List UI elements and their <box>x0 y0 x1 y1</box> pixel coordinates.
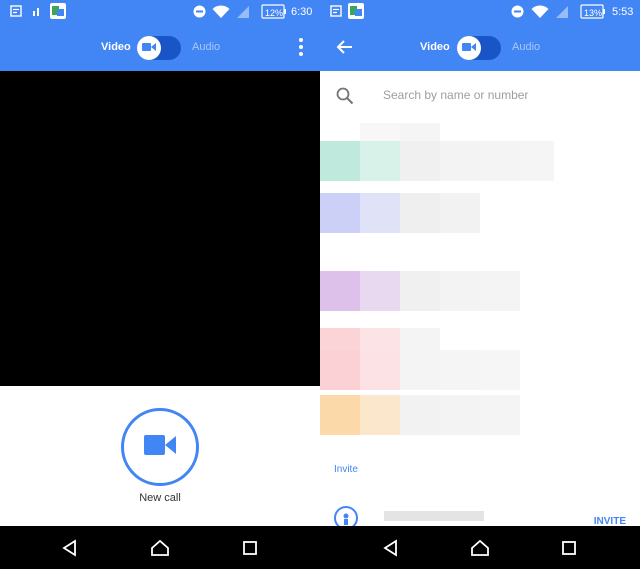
wifi-icon <box>212 5 230 19</box>
cell-signal-icon <box>236 5 250 19</box>
status-bar: 12% 6:30 <box>0 0 320 24</box>
new-call-label: New call <box>139 492 181 504</box>
left-screen: 12% 6:30 Video Audio New call <box>0 0 320 526</box>
call-area: New call <box>0 386 320 526</box>
nav-back-icon[interactable] <box>60 538 80 558</box>
status-bar: 13% 5:53 <box>320 0 640 24</box>
invite-button[interactable]: INVITE <box>594 516 626 526</box>
signal-icon <box>32 5 42 17</box>
calendar-icon <box>330 5 342 17</box>
app-bar: Video Audio <box>320 24 640 71</box>
camera-preview <box>0 71 320 386</box>
app-bar: Video Audio <box>0 24 320 71</box>
cell-signal-icon <box>555 5 569 19</box>
invite-list-item: INVITE <box>320 500 640 526</box>
status-time: 6:30 <box>291 6 313 18</box>
nav-home-icon[interactable] <box>470 538 490 558</box>
wifi-icon <box>531 5 549 19</box>
right-screen: 13% 5:53 Video Audio Search by name or n… <box>320 0 640 526</box>
video-label[interactable]: Video <box>101 41 131 53</box>
list-item[interactable] <box>320 395 520 435</box>
notification-app-icon <box>50 3 66 19</box>
do-not-disturb-icon <box>193 5 206 18</box>
battery-percent: 13% <box>584 8 603 18</box>
search-icon <box>336 87 354 110</box>
notification-app-icon <box>348 3 364 19</box>
overflow-menu-icon[interactable] <box>298 38 304 58</box>
video-audio-toggle[interactable]: Video Audio <box>0 36 320 60</box>
battery-percent: 12% <box>265 8 284 18</box>
mode-switch[interactable] <box>457 36 501 60</box>
search-bar <box>320 71 640 123</box>
switch-knob <box>457 36 481 60</box>
navigation-bar <box>320 526 640 569</box>
nav-home-icon[interactable] <box>150 538 170 558</box>
list-item[interactable] <box>320 271 520 311</box>
invite-link[interactable]: Invite <box>334 464 358 475</box>
audio-label[interactable]: Audio <box>192 41 220 53</box>
new-call-button[interactable] <box>121 408 199 486</box>
contact-list <box>320 123 640 453</box>
video-camera-icon <box>462 39 476 57</box>
do-not-disturb-icon <box>511 5 524 18</box>
nav-recents-icon[interactable] <box>559 538 579 558</box>
video-audio-toggle[interactable]: Video Audio <box>320 36 640 60</box>
list-item[interactable] <box>320 141 554 181</box>
list-item[interactable] <box>320 350 520 390</box>
audio-label[interactable]: Audio <box>512 41 540 53</box>
video-camera-icon <box>144 434 176 461</box>
video-camera-icon <box>142 39 156 57</box>
nav-back-icon[interactable] <box>381 538 401 558</box>
person-icon <box>334 506 358 526</box>
nav-recents-icon[interactable] <box>240 538 260 558</box>
search-input[interactable] <box>383 88 623 102</box>
contact-name-redacted <box>384 511 484 521</box>
video-label[interactable]: Video <box>420 41 450 53</box>
list-item[interactable] <box>320 193 480 233</box>
switch-knob <box>137 36 161 60</box>
calendar-icon <box>10 5 22 17</box>
navigation-bar <box>0 526 320 569</box>
status-time: 5:53 <box>612 6 634 18</box>
mode-switch[interactable] <box>137 36 181 60</box>
